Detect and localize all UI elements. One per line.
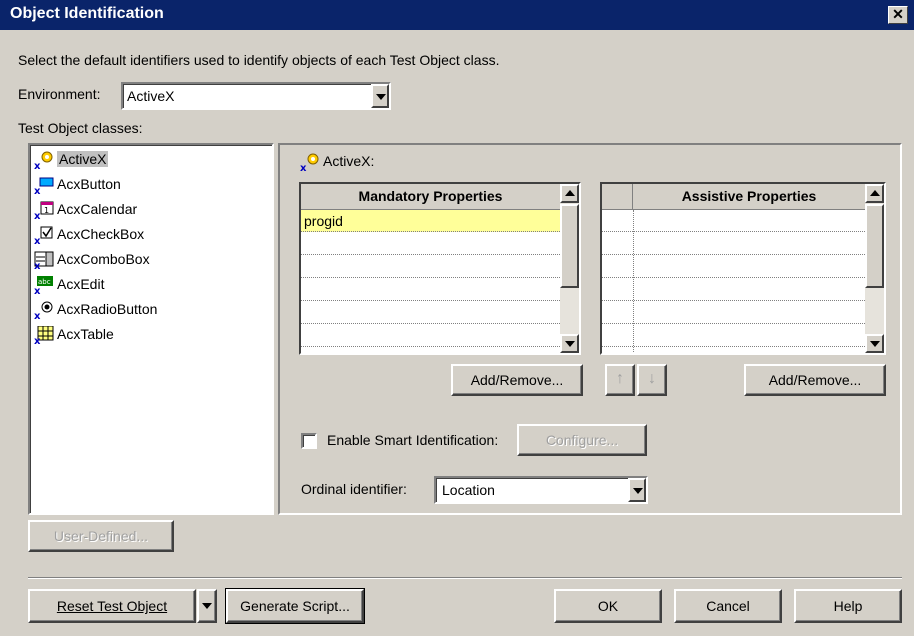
scroll-thumb[interactable] xyxy=(560,204,579,288)
smart-identification-label: Enable Smart Identification: xyxy=(327,432,499,448)
table-row[interactable] xyxy=(301,279,560,301)
tree-item-label: AcxCheckBox xyxy=(57,226,145,242)
arrow-down-icon[interactable]: ↓ xyxy=(637,364,667,396)
environment-label: Environment: xyxy=(18,86,101,102)
svg-text:1: 1 xyxy=(44,206,49,215)
title-bar: Object Identification ✕ xyxy=(0,0,914,30)
table-row[interactable] xyxy=(602,210,865,232)
instruction-text: Select the default identifiers used to i… xyxy=(18,52,500,68)
table-row[interactable] xyxy=(301,302,560,324)
svg-text:x: x xyxy=(34,311,41,319)
close-button[interactable]: ✕ xyxy=(888,6,908,24)
table-row[interactable]: progid xyxy=(301,210,560,232)
details-class-title: ActiveX: xyxy=(323,153,375,169)
table-row[interactable] xyxy=(602,279,865,301)
cancel-button[interactable]: Cancel xyxy=(674,589,782,623)
separator xyxy=(28,577,902,579)
acx-combobox-icon: x xyxy=(34,251,54,269)
tree-item-activex[interactable]: x ActiveX xyxy=(34,148,109,170)
mandatory-scrollbar[interactable] xyxy=(560,184,579,353)
scroll-down-icon[interactable] xyxy=(560,334,579,353)
mandatory-header: Mandatory Properties xyxy=(301,184,560,210)
class-tree[interactable]: x ActiveX x AcxButton 1 x AcxCalendar x AcxCh… xyxy=(28,143,274,515)
environment-dropdown[interactable]: ActiveX xyxy=(121,82,391,110)
tree-item-acxedit[interactable]: abc x AcxEdit xyxy=(34,273,104,295)
assistive-properties-grid[interactable]: Assistive Properties xyxy=(600,182,886,355)
chevron-down-icon[interactable] xyxy=(628,478,646,502)
acx-radiobutton-icon: x xyxy=(34,301,53,319)
close-icon: ✕ xyxy=(892,6,904,22)
ordinal-identifier-value: Location xyxy=(442,482,495,498)
acx-edit-icon: abcx xyxy=(34,276,53,294)
tree-item-acxcheckbox[interactable]: x AcxCheckBox xyxy=(34,223,144,245)
tree-item-label: AcxTable xyxy=(57,326,114,342)
table-row[interactable] xyxy=(602,325,865,347)
arrow-up-icon[interactable]: ↑ xyxy=(605,364,635,396)
svg-text:x: x xyxy=(34,336,41,344)
acx-table-icon: x xyxy=(34,326,54,344)
acx-calendar-icon: 1x xyxy=(34,201,54,219)
ok-button[interactable]: OK xyxy=(554,589,662,623)
user-defined-button[interactable]: User-Defined... xyxy=(28,520,174,552)
svg-text:x: x xyxy=(34,261,41,269)
tree-item-label: AcxEdit xyxy=(57,276,105,292)
table-row[interactable] xyxy=(602,256,865,278)
scroll-up-icon[interactable] xyxy=(560,184,579,203)
svg-text:x: x xyxy=(34,186,41,194)
chevron-down-icon[interactable] xyxy=(371,84,389,108)
svg-text:x: x xyxy=(34,236,41,244)
classes-label: Test Object classes: xyxy=(18,120,143,136)
assistive-scrollbar[interactable] xyxy=(865,184,884,353)
tree-item-label: AcxCalendar xyxy=(57,201,138,217)
configure-button[interactable]: Configure... xyxy=(517,424,647,456)
table-row[interactable] xyxy=(602,233,865,255)
svg-text:x: x xyxy=(300,163,307,171)
table-row[interactable] xyxy=(602,302,865,324)
window-title: Object Identification xyxy=(10,5,164,22)
table-row[interactable] xyxy=(301,256,560,278)
acx-checkbox-icon: x xyxy=(34,226,53,244)
assistive-header-label: Assistive Properties xyxy=(681,188,817,204)
scroll-thumb[interactable] xyxy=(865,204,884,288)
svg-text:x: x xyxy=(34,286,41,294)
svg-text:x: x xyxy=(34,211,41,219)
tree-item-acxradiobutton[interactable]: x AcxRadioButton xyxy=(34,298,157,320)
tree-item-acxbutton[interactable]: x AcxButton xyxy=(34,173,121,195)
mandatory-properties-grid[interactable]: Mandatory Properties progid xyxy=(299,182,581,355)
assistive-add-remove-button[interactable]: Add/Remove... xyxy=(744,364,886,396)
activex-icon: x xyxy=(34,151,53,169)
details-header: x ActiveX: xyxy=(300,150,374,172)
table-row[interactable] xyxy=(301,325,560,347)
ordinal-identifier-dropdown[interactable]: Location xyxy=(434,476,648,504)
tree-item-label: AcxComboBox xyxy=(57,251,150,267)
activex-icon: x xyxy=(300,153,319,171)
table-row[interactable] xyxy=(301,233,560,255)
reset-dropdown-button[interactable] xyxy=(197,589,217,623)
tree-item-label: ActiveX xyxy=(57,151,109,167)
tree-item-acxcombobox[interactable]: x AcxComboBox xyxy=(34,248,150,270)
smart-identification-checkbox[interactable] xyxy=(301,433,317,449)
acx-button-icon: x xyxy=(34,177,54,194)
row-indicator-header xyxy=(602,184,633,210)
reset-test-object-button[interactable]: Reset Test Object xyxy=(28,589,196,623)
svg-text:x: x xyxy=(34,161,41,169)
ordinal-identifier-label: Ordinal identifier: xyxy=(301,481,407,497)
property-cell: progid xyxy=(304,213,343,229)
tree-item-acxtable[interactable]: x AcxTable xyxy=(34,323,114,345)
chevron-down-icon xyxy=(202,603,212,609)
tree-item-acxcalendar[interactable]: 1 x AcxCalendar xyxy=(34,198,137,220)
scroll-up-icon[interactable] xyxy=(865,184,884,203)
reset-label: Reset Test Object xyxy=(56,598,168,614)
tree-item-label: AcxButton xyxy=(57,176,121,192)
svg-text:abc: abc xyxy=(38,278,51,286)
environment-value: ActiveX xyxy=(127,88,175,104)
scroll-down-icon[interactable] xyxy=(865,334,884,353)
generate-script-button[interactable]: Generate Script... xyxy=(225,588,365,624)
mandatory-add-remove-button[interactable]: Add/Remove... xyxy=(451,364,583,396)
tree-item-label: AcxRadioButton xyxy=(57,301,158,317)
help-button[interactable]: Help xyxy=(794,589,902,623)
assistive-header: Assistive Properties xyxy=(602,184,865,210)
